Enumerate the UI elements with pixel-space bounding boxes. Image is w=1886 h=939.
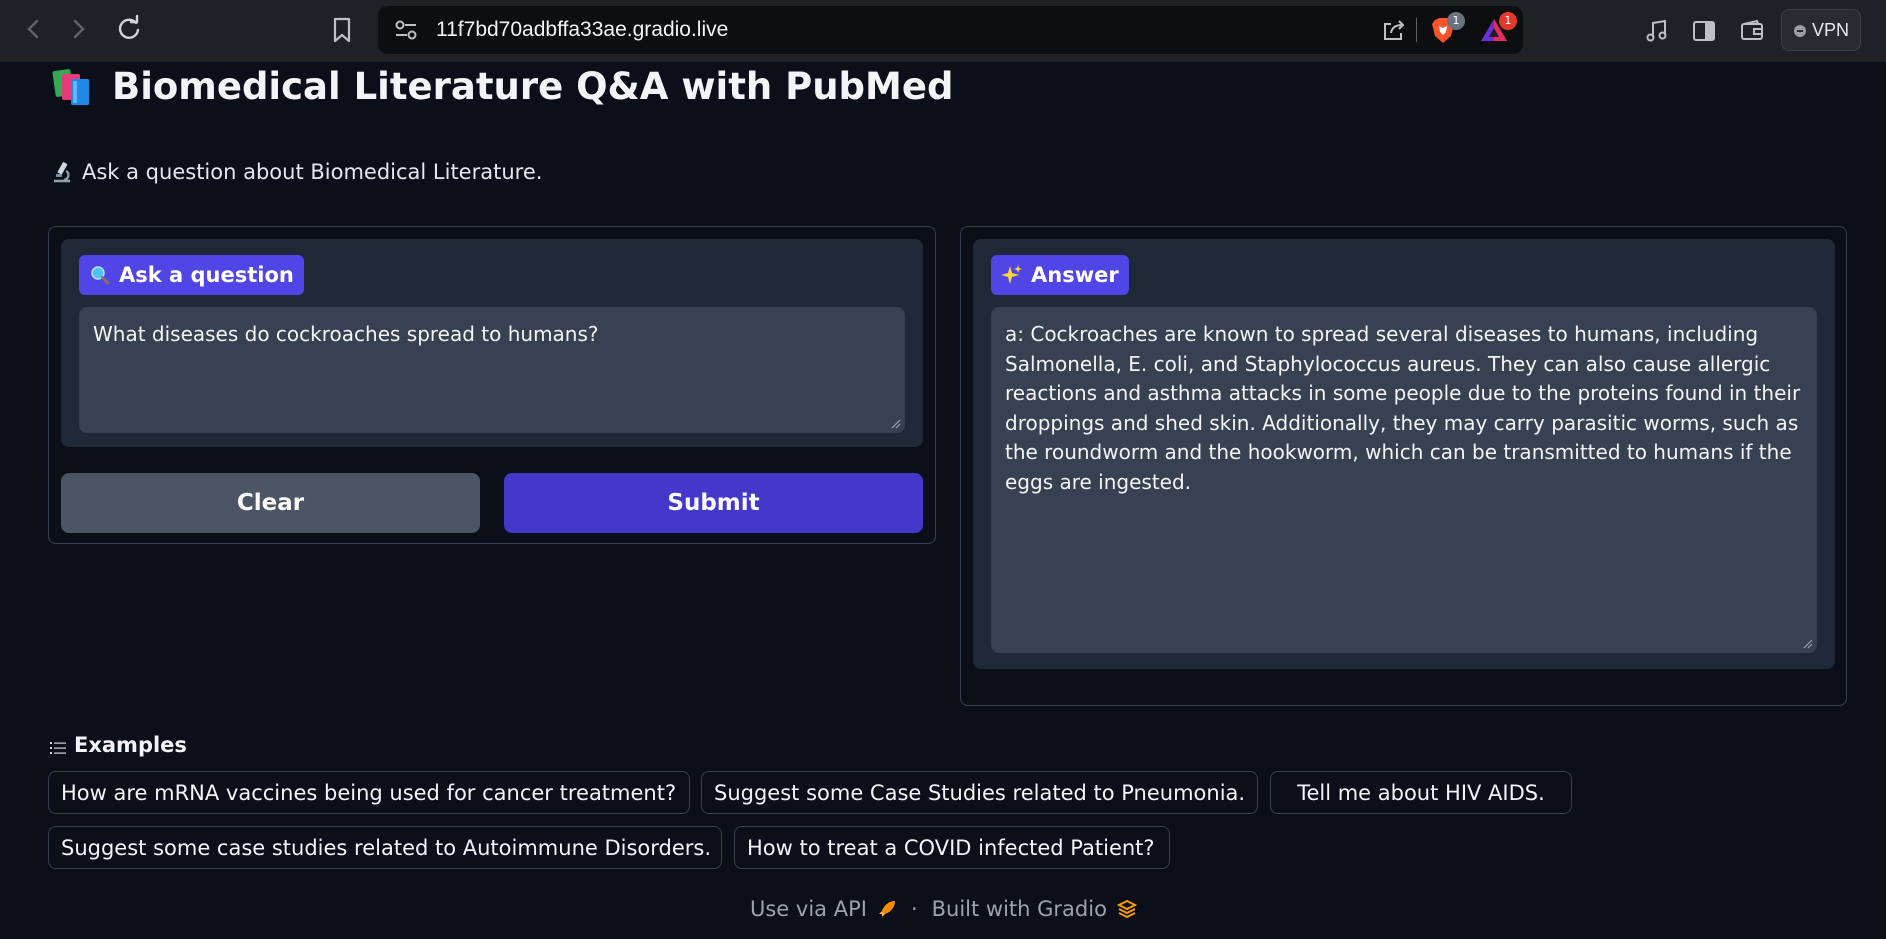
example-item[interactable]: Suggest some Case Studies related to Pne… bbox=[701, 771, 1258, 814]
sparkles-icon bbox=[1001, 264, 1023, 286]
answer-label: Answer bbox=[991, 255, 1129, 295]
reload-icon[interactable] bbox=[114, 14, 144, 44]
page-title-text: Biomedical Literature Q&A with PubMed bbox=[112, 64, 954, 108]
page-subtitle-text: Ask a question about Biomedical Literatu… bbox=[82, 160, 543, 184]
vpn-button[interactable]: VPN bbox=[1781, 9, 1861, 51]
answer-label-text: Answer bbox=[1031, 263, 1119, 287]
wallet-icon[interactable] bbox=[1739, 18, 1765, 44]
resize-grip-icon[interactable] bbox=[1801, 637, 1813, 649]
gradio-logo-icon bbox=[1116, 899, 1138, 919]
example-item[interactable]: Suggest some case studies related to Aut… bbox=[48, 826, 722, 869]
answer-panel: Answer a: Cockroaches are known to sprea… bbox=[960, 226, 1847, 706]
question-input[interactable]: What diseases do cockroaches spread to h… bbox=[79, 307, 905, 433]
media-icon[interactable] bbox=[1644, 18, 1670, 44]
vpn-label: VPN bbox=[1812, 20, 1850, 40]
share-icon[interactable] bbox=[1381, 18, 1407, 42]
footer-separator: · bbox=[910, 897, 918, 921]
question-label: Ask a question bbox=[79, 255, 304, 295]
answer-block: Answer a: Cockroaches are known to sprea… bbox=[973, 239, 1835, 669]
vpn-status-icon bbox=[1794, 25, 1806, 37]
shields-count-badge: 1 bbox=[1447, 12, 1465, 30]
rewards-count-badge: 1 bbox=[1499, 12, 1517, 30]
examples-heading: Examples bbox=[50, 733, 187, 757]
back-arrow-icon[interactable] bbox=[18, 14, 48, 44]
answer-output[interactable]: a: Cockroaches are known to spread sever… bbox=[991, 307, 1817, 653]
forward-arrow-icon[interactable] bbox=[64, 14, 94, 44]
sidebar-icon[interactable] bbox=[1691, 18, 1717, 44]
question-block: Ask a question What diseases do cockroac… bbox=[61, 239, 923, 447]
brave-shields-icon[interactable]: 1 bbox=[1429, 12, 1465, 44]
example-item[interactable]: How to treat a COVID infected Patient? bbox=[734, 826, 1170, 869]
footer: Use via API · Built with Gradio bbox=[750, 897, 1138, 921]
brave-rewards-icon[interactable]: 1 bbox=[1479, 12, 1517, 44]
bookmark-icon[interactable] bbox=[330, 16, 354, 44]
toolbar-divider bbox=[1416, 18, 1417, 42]
url-text[interactable]: 11f7bd70adbffa33ae.gradio.live bbox=[436, 18, 728, 42]
example-item[interactable]: How are mRNA vaccines being used for can… bbox=[48, 771, 690, 814]
address-bar[interactable]: 11f7bd70adbffa33ae.gradio.live 1 1 bbox=[378, 6, 1523, 54]
magnifier-icon bbox=[89, 264, 111, 286]
page-subtitle: Ask a question about Biomedical Literatu… bbox=[50, 160, 542, 184]
microscope-icon bbox=[50, 160, 74, 184]
clear-button[interactable]: Clear bbox=[61, 473, 480, 533]
question-label-text: Ask a question bbox=[119, 263, 294, 287]
question-panel: Ask a question What diseases do cockroac… bbox=[48, 226, 936, 544]
example-item[interactable]: Tell me about HIV AIDS. bbox=[1270, 771, 1572, 814]
built-with-gradio-link[interactable]: Built with Gradio bbox=[932, 897, 1107, 921]
submit-button[interactable]: Submit bbox=[504, 473, 923, 533]
page-title: Biomedical Literature Q&A with PubMed bbox=[52, 62, 953, 110]
list-icon bbox=[50, 737, 66, 754]
books-icon bbox=[52, 66, 96, 106]
use-api-link[interactable]: Use via API bbox=[750, 897, 867, 921]
resize-grip-icon[interactable] bbox=[889, 417, 901, 429]
site-settings-icon[interactable] bbox=[394, 19, 418, 41]
browser-toolbar: 11f7bd70adbffa33ae.gradio.live 1 1 VPN bbox=[0, 0, 1886, 62]
examples-heading-text: Examples bbox=[74, 733, 187, 757]
rocket-icon bbox=[877, 899, 897, 919]
